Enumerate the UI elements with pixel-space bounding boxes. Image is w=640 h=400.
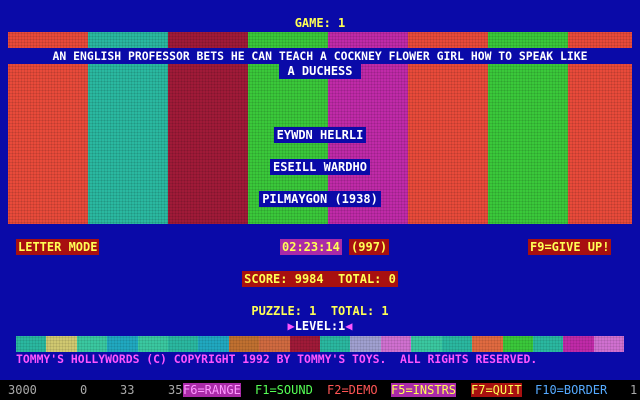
- puzzle-display: PUZZLE: 1 TOTAL: 1: [251, 304, 389, 318]
- score-display: SCORE: 9984 TOTAL: 0: [0, 271, 640, 287]
- palette-swatch: [76, 336, 108, 352]
- give-up-label: F9=GIVE UP!: [528, 239, 612, 255]
- scrambled-word-2[interactable]: ESEILL WARDHO: [0, 159, 640, 175]
- palette-swatch: [289, 336, 321, 352]
- timer-time: 02:23:14: [280, 239, 342, 255]
- level-left-arrow-icon[interactable]: ▶: [287, 319, 294, 333]
- palette-swatch: [168, 336, 199, 352]
- give-up-button[interactable]: F9=GIVE UP!: [528, 239, 612, 255]
- game-number: GAME: 1: [294, 16, 346, 30]
- timer: 02:23:14 (997): [280, 239, 390, 255]
- palette-swatch: [137, 336, 169, 352]
- color-palette-bar: [16, 336, 625, 352]
- palette-swatch: [198, 336, 229, 352]
- demo-key[interactable]: F2=DEMO: [327, 383, 378, 397]
- instructions-key[interactable]: F5=INSTRS: [391, 383, 457, 397]
- palette-swatch: [350, 336, 381, 352]
- scrambled-word-1[interactable]: EYWDN HELRLI: [0, 127, 640, 143]
- clue-line-2: A DUCHESS: [0, 63, 640, 79]
- palette-swatch: [563, 336, 594, 352]
- status-number-1: 3000: [8, 383, 37, 397]
- game-screen: GAME: 1 AN ENGLISH PROFESSOR BETS HE CAN…: [0, 0, 640, 380]
- scrambled-word-3[interactable]: PILMAYGON (1938): [0, 191, 640, 207]
- range-key[interactable]: F6=RANGE: [183, 383, 241, 397]
- clue-line-1: AN ENGLISH PROFESSOR BETS HE CAN TEACH A…: [52, 49, 588, 63]
- status-number-3: 33: [120, 383, 135, 397]
- palette-swatch: [228, 336, 260, 352]
- status-number-4: 35: [168, 383, 183, 397]
- status-number-5: 1: [630, 383, 638, 397]
- palette-swatch: [46, 336, 77, 352]
- palette-swatch: [259, 336, 290, 352]
- palette-swatch: [16, 336, 47, 352]
- palette-swatch: [502, 336, 533, 352]
- palette-swatch: [107, 336, 138, 352]
- letter-mode-label: LETTER MODE: [16, 239, 100, 255]
- palette-swatch: [320, 336, 351, 352]
- clue-line-2-text: A DUCHESS: [279, 63, 361, 79]
- palette-swatch: [380, 336, 412, 352]
- level-display[interactable]: ▶LEVEL:1◀: [0, 319, 640, 333]
- scrambled-word-3-text: PILMAYGON (1938): [259, 191, 381, 207]
- palette-swatch: [472, 336, 503, 352]
- level-right-arrow-icon[interactable]: ◀: [345, 319, 352, 333]
- copyright-notice: TOMMY'S HOLLYWORDS (C) COPYRIGHT 1992 BY…: [16, 352, 538, 366]
- border-key[interactable]: F10=BORDER: [535, 383, 607, 397]
- level-text: LEVEL:1: [294, 319, 346, 333]
- timer-count: (997): [349, 239, 390, 255]
- scrambled-word-1-text: EYWDN HELRLI: [273, 127, 367, 143]
- palette-swatch: [532, 336, 564, 352]
- palette-swatch: [411, 336, 442, 352]
- score-text: SCORE: 9984 TOTAL: 0: [242, 271, 398, 287]
- palette-swatch: [593, 336, 625, 352]
- sound-key[interactable]: F1=SOUND: [255, 383, 313, 397]
- quit-key[interactable]: F7=QUIT: [471, 383, 522, 397]
- palette-swatch: [441, 336, 473, 352]
- scrambled-word-2-text: ESEILL WARDHO: [270, 159, 370, 175]
- letter-mode-indicator[interactable]: LETTER MODE: [16, 239, 100, 255]
- status-number-2: 0: [80, 383, 88, 397]
- function-key-bar: 3000 0 33 35 F6=RANGE F1=SOUND F2=DEMO F…: [0, 380, 640, 400]
